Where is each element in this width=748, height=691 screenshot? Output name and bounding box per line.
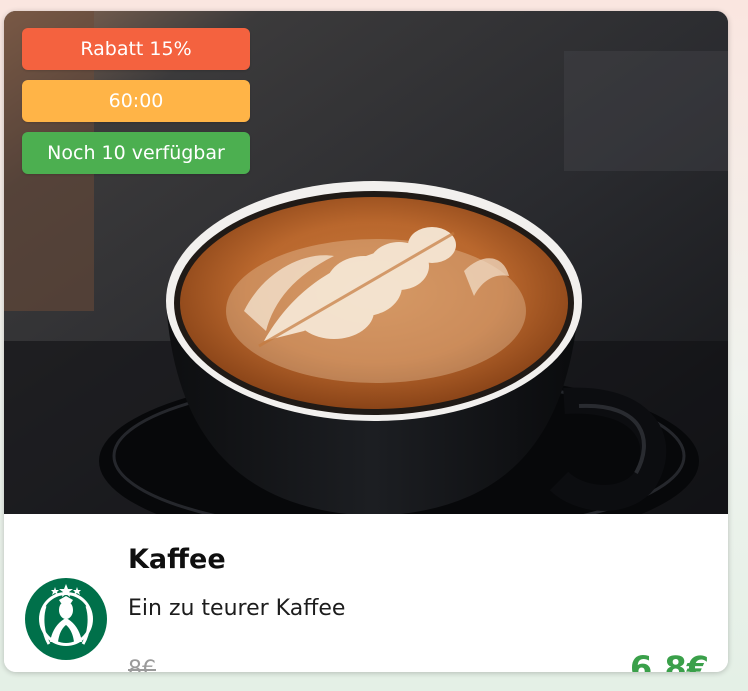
stock-badge: Noch 10 verfügbar [22,132,250,174]
starbucks-siren-logo-icon [25,578,107,660]
product-description: Ein zu teurer Kaffee [128,596,346,621]
new-price: 6.8€ [630,649,709,672]
product-title: Kaffee [128,544,226,575]
product-card[interactable]: Rabatt 15% 60:00 Noch 10 verfügbar Kaffe… [4,11,728,672]
old-price: 8€ [128,657,156,672]
product-info: Kaffee Ein zu teurer Kaffee 8€ 6.8€ [4,514,728,672]
discount-badge: Rabatt 15% [22,28,250,70]
badge-stack: Rabatt 15% 60:00 Noch 10 verfügbar [22,28,250,184]
timer-badge: 60:00 [22,80,250,122]
